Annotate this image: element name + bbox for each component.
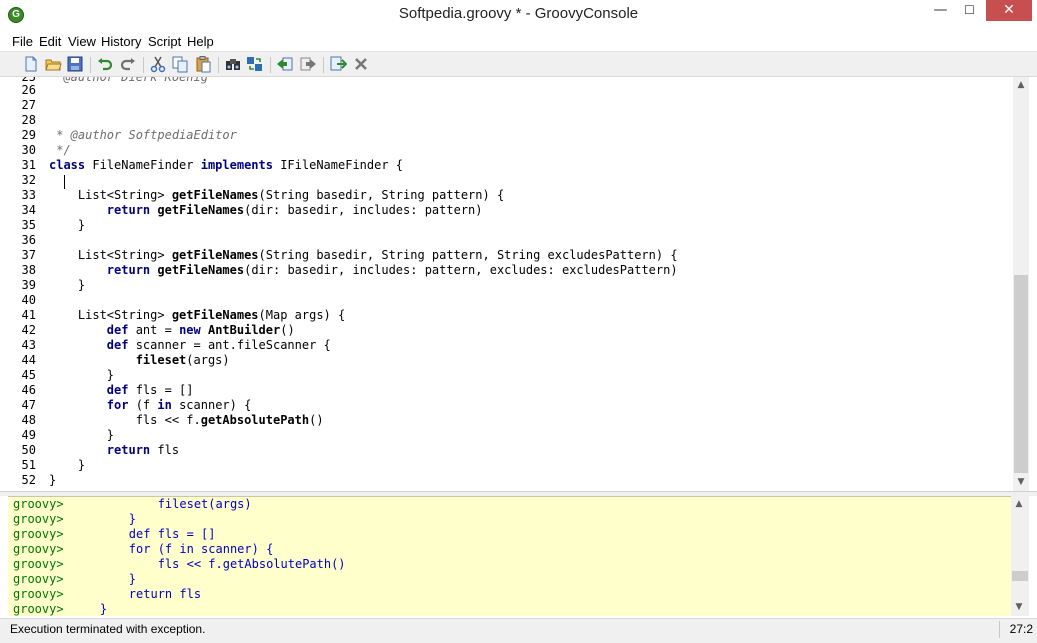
output-line: groovy> for (f in scanner) {	[13, 542, 274, 556]
close-button[interactable]: ✕	[986, 0, 1032, 21]
output-line: groovy> fileset(args)	[13, 497, 252, 511]
interrupt-icon[interactable]	[352, 55, 370, 73]
window-title: Softpedia.groovy * - GroovyConsole	[398, 5, 639, 22]
previous-history-icon[interactable]	[276, 55, 294, 73]
output-pane[interactable]: groovy> fileset(args) groovy> } groovy> …	[8, 496, 1011, 616]
menu-help[interactable]: Help	[187, 34, 214, 49]
output-vertical-scrollbar[interactable]: ▲ ▼	[1011, 496, 1029, 616]
maximize-button[interactable]: ☐	[955, 0, 984, 21]
replace-icon[interactable]	[246, 55, 264, 73]
text-caret	[64, 175, 65, 189]
cut-icon[interactable]	[149, 55, 167, 73]
menu-view[interactable]: View	[68, 34, 96, 49]
run-script-icon[interactable]	[329, 55, 347, 73]
scroll-down-arrow-icon[interactable]: ▼	[1011, 599, 1027, 616]
output-line: groovy> return fls	[13, 587, 202, 601]
editor-scrollbar-thumb[interactable]	[1014, 275, 1028, 473]
scroll-up-arrow-icon[interactable]: ▲	[1011, 496, 1027, 513]
find-icon[interactable]	[224, 55, 242, 73]
menu-file[interactable]: File	[12, 34, 33, 49]
redo-icon[interactable]	[119, 55, 137, 73]
next-history-icon[interactable]	[299, 55, 317, 73]
title-bar: G Softpedia.groovy * - GroovyConsole — ☐…	[0, 0, 1037, 31]
toolbar-separator	[90, 57, 91, 73]
open-file-icon[interactable]	[44, 55, 62, 73]
output-line: groovy> fls << f.getAbsolutePath()	[13, 557, 346, 571]
copy-icon[interactable]	[171, 55, 189, 73]
minimize-button[interactable]: —	[926, 0, 955, 21]
caret-position: 27:2	[999, 621, 1033, 638]
paste-icon[interactable]	[194, 55, 212, 73]
toolbar-separator	[270, 57, 271, 73]
menu-script[interactable]: Script	[148, 34, 181, 49]
scroll-down-arrow-icon[interactable]: ▼	[1013, 474, 1029, 491]
toolbar	[0, 51, 1037, 77]
output-line: groovy> }	[13, 572, 137, 586]
new-file-icon[interactable]	[22, 55, 40, 73]
menu-history[interactable]: History	[101, 34, 141, 49]
toolbar-separator	[323, 57, 324, 73]
output-scrollbar-thumb[interactable]	[1012, 571, 1028, 581]
output-line: groovy> def fls = []	[13, 527, 216, 541]
script-editor[interactable]: 25 @author Dierk Koenig 26 27 28 29 * @a…	[8, 77, 1013, 491]
status-message: Execution terminated with exception.	[10, 622, 206, 636]
output-line: groovy> }	[13, 602, 108, 616]
save-icon[interactable]	[66, 55, 84, 73]
undo-icon[interactable]	[96, 55, 114, 73]
editor-vertical-scrollbar[interactable]: ▲ ▼	[1013, 77, 1029, 491]
toolbar-separator	[143, 57, 144, 73]
toolbar-separator	[218, 57, 219, 73]
scroll-up-arrow-icon[interactable]: ▲	[1013, 77, 1029, 94]
menu-edit[interactable]: Edit	[39, 34, 61, 49]
output-line: groovy> }	[13, 512, 137, 526]
status-bar: Execution terminated with exception. 27:…	[0, 618, 1037, 643]
menu-bar: File Edit View History Script Help	[0, 31, 1037, 51]
